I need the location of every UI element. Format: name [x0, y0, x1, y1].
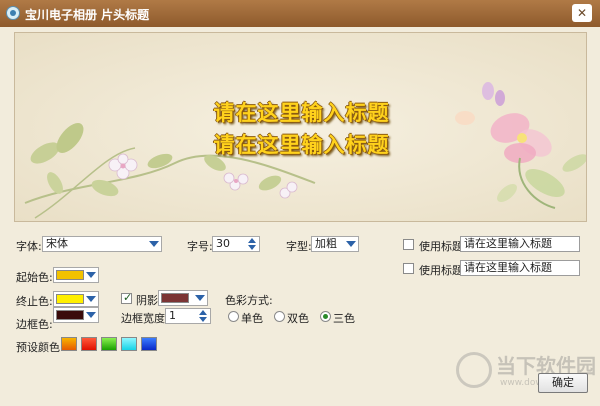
mode-single-radio[interactable]: [228, 311, 239, 322]
title-2-input[interactable]: 请在这里输入标题: [460, 260, 580, 276]
border-color-picker[interactable]: [53, 307, 99, 323]
start-color-label: 起始色:: [16, 271, 53, 284]
preset-colors-label: 预设颜色:: [16, 341, 64, 354]
end-color-picker[interactable]: [53, 291, 99, 307]
spin-arrows-icon[interactable]: [246, 237, 259, 251]
preset-cyan-swatch[interactable]: [121, 337, 137, 351]
preset-blue-swatch[interactable]: [141, 337, 157, 351]
chevron-down-icon: [195, 295, 205, 301]
shadow-color-picker[interactable]: [158, 290, 208, 306]
headline-line-2: 请在这里输入标题: [213, 132, 390, 157]
font-select[interactable]: 宋体: [42, 236, 162, 252]
preset-red-swatch[interactable]: [81, 337, 97, 351]
radio-selected-dot: [323, 314, 328, 319]
close-button[interactable]: ✕: [572, 4, 592, 22]
border-width-value: 1: [169, 309, 176, 322]
end-color-label: 终止色:: [16, 295, 53, 308]
use-title-1-label: 使用标题: [419, 240, 463, 253]
size-stepper[interactable]: 30: [212, 236, 260, 252]
border-color-label: 边框色:: [16, 318, 53, 331]
border-width-stepper[interactable]: 1: [165, 308, 211, 324]
mode-dual-radio[interactable]: [274, 311, 285, 322]
border-width-label: 边框宽度:: [121, 312, 169, 325]
chevron-down-icon: [346, 241, 356, 247]
title-1-input[interactable]: 请在这里输入标题: [460, 236, 580, 252]
mode-triple-radio[interactable]: [320, 311, 331, 322]
mode-triple-label: 三色: [333, 312, 355, 325]
size-value: 30: [216, 237, 230, 250]
shadow-color-swatch: [161, 293, 189, 303]
style-select[interactable]: 加粗: [311, 236, 359, 252]
headline-line-1: 请在这里输入标题: [213, 100, 390, 125]
border-color-swatch: [56, 310, 84, 320]
start-color-swatch: [56, 270, 84, 280]
style-label: 字型:: [286, 240, 312, 253]
use-title-1-checkbox[interactable]: [403, 239, 414, 250]
start-color-picker[interactable]: [53, 267, 99, 283]
title-bar: 宝川电子相册 片头标题 ✕: [0, 0, 600, 27]
ok-button[interactable]: 确定: [538, 373, 588, 393]
mode-single-label: 单色: [241, 312, 263, 325]
style-select-value: 加粗: [315, 237, 337, 250]
preset-green-swatch[interactable]: [101, 337, 117, 351]
shadow-label: 阴影: [136, 294, 158, 307]
color-mode-label: 色彩方式:: [225, 294, 273, 307]
chevron-down-icon: [86, 296, 96, 302]
title-2-input-value: 请在这里输入标题: [464, 261, 552, 274]
mode-dual-label: 双色: [287, 312, 309, 325]
floral-background: [15, 33, 586, 221]
font-label: 字体:: [16, 240, 42, 253]
use-title-2-checkbox[interactable]: [403, 263, 414, 274]
spin-arrows-icon[interactable]: [197, 309, 210, 323]
app-icon: [6, 6, 20, 20]
title-preview: 请在这里输入标题 请在这里输入标题: [14, 32, 587, 222]
end-color-swatch: [56, 294, 84, 304]
font-select-value: 宋体: [46, 237, 68, 250]
shadow-checkbox[interactable]: ✓: [121, 291, 133, 304]
watermark-logo-icon: [456, 352, 492, 388]
preset-orange-swatch[interactable]: [61, 337, 77, 351]
chevron-down-icon: [86, 272, 96, 278]
chevron-down-icon: [149, 241, 159, 247]
use-title-2-label: 使用标题: [419, 264, 463, 277]
size-label: 字号:: [187, 240, 213, 253]
check-icon: ✓: [123, 291, 133, 304]
window-title: 宝川电子相册 片头标题: [25, 8, 150, 22]
title-1-input-value: 请在这里输入标题: [464, 237, 552, 250]
chevron-down-icon: [86, 312, 96, 318]
